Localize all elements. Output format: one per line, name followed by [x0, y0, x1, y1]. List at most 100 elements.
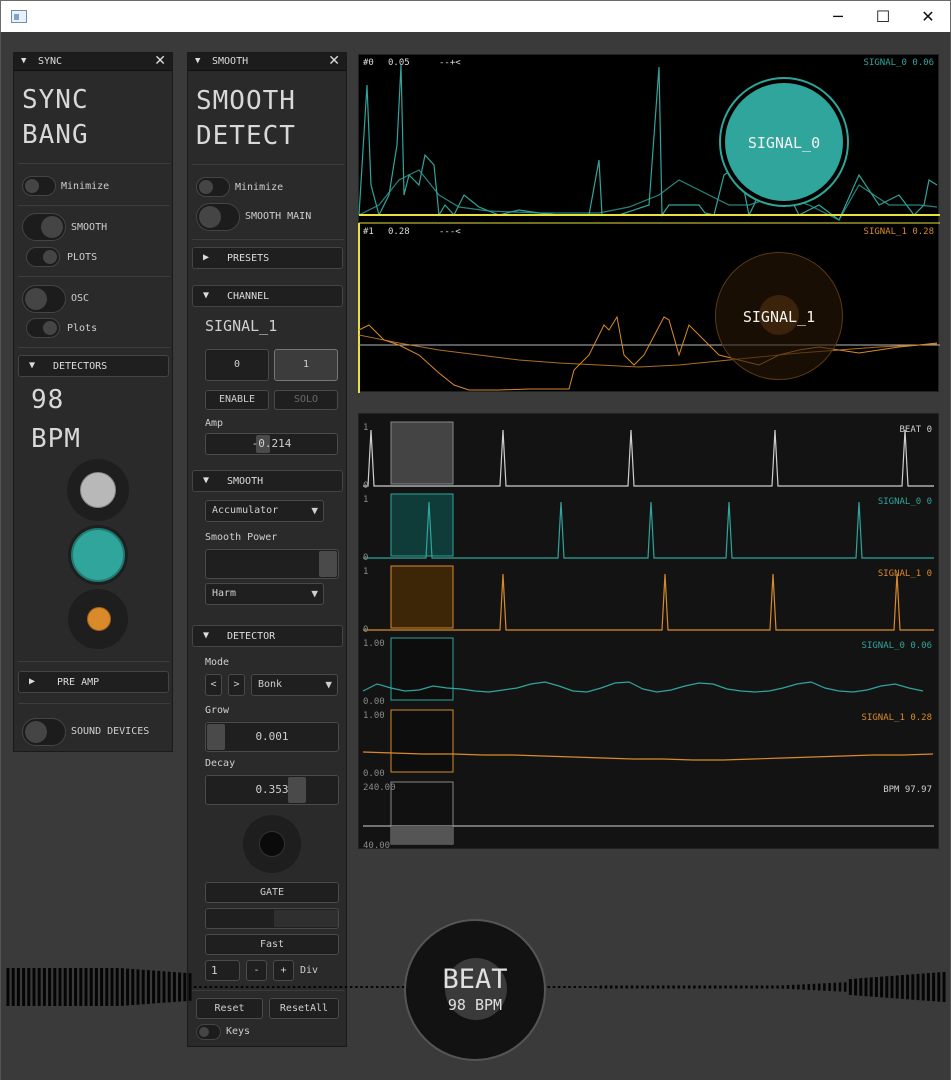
detector-row-window [390, 421, 454, 485]
collapse-triangle-icon[interactable]: ▼ [21, 56, 26, 66]
detector-row-window [390, 709, 454, 773]
close-icon[interactable]: ✕ [154, 53, 166, 69]
pre-amp-section-title: PRE AMP [57, 677, 100, 688]
mode-prev-button[interactable]: < [205, 674, 222, 696]
detector-row-ymax: 1.00 [363, 639, 385, 649]
bpm-unit: BPM [31, 424, 81, 454]
beat-indicator [80, 472, 116, 508]
collapse-triangle-icon[interactable]: ▼ [203, 630, 209, 641]
collapse-triangle-icon[interactable]: ▼ [203, 290, 209, 301]
gate-slider[interactable] [205, 908, 339, 929]
smooth-main-toggle[interactable] [196, 203, 240, 231]
chevron-down-icon: ▼ [311, 587, 318, 600]
close-icon[interactable]: ✕ [328, 53, 340, 69]
mode-select[interactable]: Bonk ▼ [251, 674, 338, 696]
smooth-panel-header[interactable]: ▼ SMOOTH ✕ [188, 53, 346, 71]
gate-button[interactable]: GATE [205, 882, 339, 903]
minimize-label: Minimize [61, 181, 110, 192]
plots-toggle[interactable] [26, 247, 60, 267]
grow-label: Grow [205, 705, 230, 716]
mode-next-button[interactable]: > [228, 674, 245, 696]
decay-slider[interactable]: 0.353 [205, 775, 339, 805]
collapse-triangle-icon[interactable]: ▼ [29, 360, 35, 371]
sync-panel-header[interactable]: ▼ SYNC ✕ [14, 53, 172, 71]
chevron-down-icon: ▼ [325, 678, 332, 691]
amp-slider[interactable]: -0.214 [205, 433, 338, 455]
decay-slider-knob[interactable] [287, 777, 306, 803]
presets-section-header[interactable]: ▶ PRESETS [192, 247, 343, 269]
gate-slider-fill [274, 910, 338, 927]
expand-triangle-icon[interactable]: ▶ [203, 252, 209, 263]
signal1-trace [358, 315, 938, 391]
detector-row-label: BPM 97.97 [883, 785, 932, 795]
plots-label: PLOTS [67, 252, 98, 263]
pre-amp-section-header[interactable]: ▶ PRE AMP [18, 671, 169, 693]
divider [18, 661, 170, 662]
enable-button[interactable]: ENABLE [205, 390, 269, 410]
minimize-toggle[interactable] [22, 176, 56, 196]
smooth-type-select[interactable]: Accumulator ▼ [205, 500, 324, 522]
bpm-window-fill [391, 826, 453, 844]
solo-button[interactable]: SOLO [274, 390, 338, 410]
sound-devices-label: SOUND DEVICES [71, 726, 150, 737]
channel-1-button[interactable]: 1 [274, 349, 338, 381]
osc-toggle[interactable] [22, 285, 66, 313]
grow-slider-knob[interactable] [207, 724, 225, 750]
detector-row-ymax: 1 [363, 495, 368, 505]
smooth-toggle[interactable] [22, 213, 66, 241]
presets-section-title: PRESETS [227, 253, 270, 264]
detectors-section-header[interactable]: ▼ DETECTORS [18, 355, 169, 377]
smooth-panel: ▼ SMOOTH ✕ SMOOTH DETECT Minimize SMOOTH… [187, 52, 347, 1047]
smooth-section-header[interactable]: ▼ SMOOTH [192, 470, 343, 492]
smooth-power-label: Smooth Power [205, 532, 278, 543]
minimize-toggle[interactable] [196, 177, 230, 197]
harm-value: Harm [212, 588, 237, 599]
channel-0-button[interactable]: 0 [205, 349, 269, 381]
detector-row-label: SIGNAL_1 0.28 [862, 713, 932, 723]
maximize-icon[interactable]: ☐ [860, 1, 906, 33]
collapse-triangle-icon[interactable]: ▼ [203, 475, 209, 486]
smooth-section-title: SMOOTH [227, 476, 264, 487]
detector-row-label: SIGNAL_1 0 [878, 569, 932, 579]
minimize-label: Minimize [235, 182, 284, 193]
channel-section-header[interactable]: ▼ CHANNEL [192, 285, 343, 307]
mode-label: Mode [205, 657, 230, 668]
beat-title: BEAT [442, 964, 508, 995]
divider [18, 347, 170, 348]
channel-signal-name: SIGNAL_1 [205, 317, 278, 335]
detector-row-ymin: 0 [363, 481, 368, 491]
osc-label: OSC [71, 293, 90, 304]
decay-label: Decay [205, 758, 236, 769]
grow-value: 0.001 [255, 730, 289, 743]
detector-indicator [259, 831, 285, 857]
sync-heading-line1: SYNC [22, 85, 89, 115]
amp-value: -0.214 [251, 437, 292, 450]
smooth-power-slider[interactable] [205, 549, 339, 579]
smooth-power-knob[interactable] [319, 551, 337, 577]
harm-select[interactable]: Harm ▼ [205, 583, 324, 605]
detector-section-header[interactable]: ▼ DETECTOR [192, 625, 343, 647]
close-icon[interactable]: ✕ [905, 1, 951, 33]
smooth-heading-line2: DETECT [196, 121, 296, 151]
plots2-toggle[interactable] [26, 318, 60, 338]
signal1-circle-label: SIGNAL_1 [742, 308, 816, 326]
grow-slider[interactable]: 0.001 [205, 722, 339, 752]
detector-row-ymin: 0.00 [363, 697, 385, 707]
signal1-indicator [87, 607, 111, 631]
divider [18, 703, 170, 704]
detector-row-label: SIGNAL_0 0 [878, 497, 932, 507]
minimize-icon[interactable]: ─ [815, 1, 861, 33]
detectors-section-title: DETECTORS [53, 361, 108, 372]
detector-plot: 1 0 BEAT 0 1 0 SIGNAL_0 0 1 0 SIGNAL_1 0 1.00 0.00… [358, 413, 939, 851]
signal1-plot-canvas [358, 223, 940, 393]
expand-triangle-icon[interactable]: ▶ [29, 676, 35, 687]
collapse-triangle-icon[interactable]: ▼ [195, 56, 200, 66]
bpm-value: 98 [31, 385, 65, 415]
detector-row-label: SIGNAL_0 0.06 [862, 641, 932, 651]
detector-row-ymin: 40.00 [363, 841, 390, 851]
smooth-panel-title: SMOOTH [212, 56, 249, 67]
divider [18, 276, 170, 277]
app-window-icon [11, 10, 27, 23]
sound-devices-toggle[interactable] [22, 718, 66, 746]
detector-section-title: DETECTOR [227, 631, 276, 642]
